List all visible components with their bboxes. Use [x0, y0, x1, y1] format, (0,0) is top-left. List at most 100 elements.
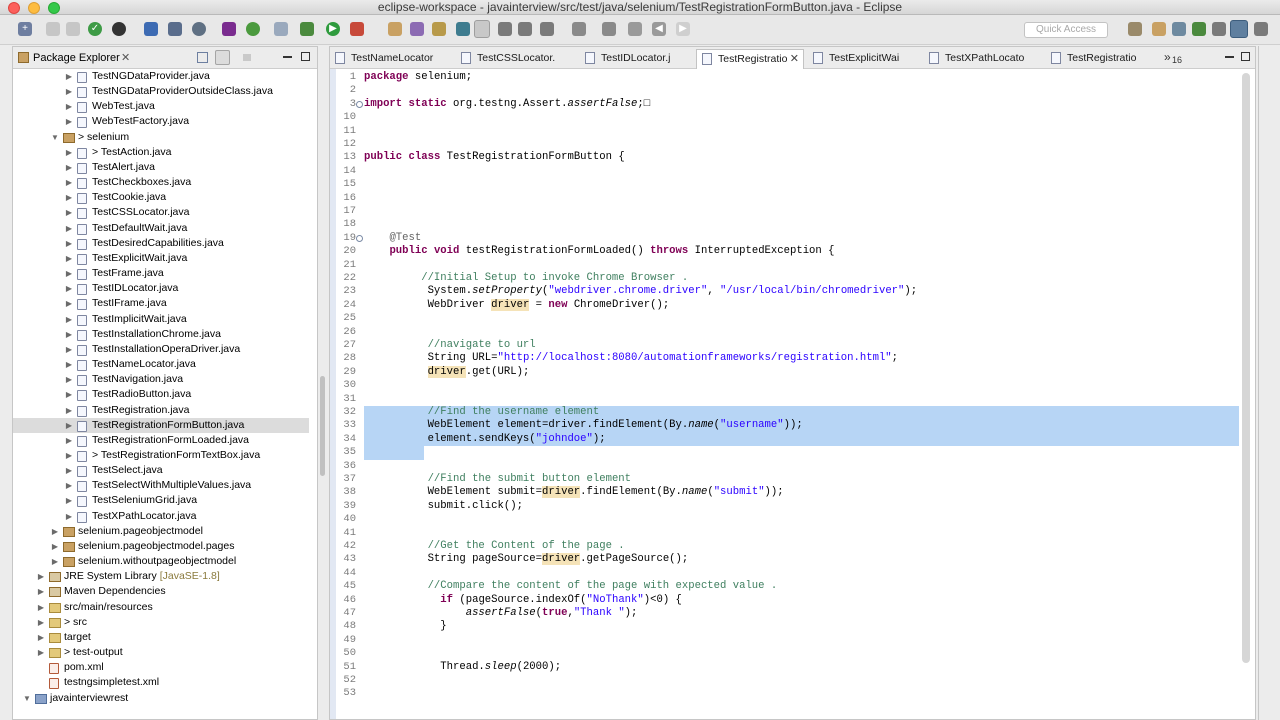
- code-line[interactable]: import static org.testng.Assert.assertFa…: [364, 98, 1244, 111]
- tree-item[interactable]: ▶ > src: [13, 615, 309, 630]
- tree-item[interactable]: ▶ selenium.pageobjectmodel.pages: [13, 539, 309, 554]
- tree-item[interactable]: ▶ TestInstallationOperaDriver.java: [13, 342, 309, 357]
- tree-item[interactable]: ▶ TestRegistration.java: [13, 403, 309, 418]
- expand-arrow-icon[interactable]: ▶: [37, 600, 45, 615]
- code-line[interactable]: //Get the Content of the page .: [364, 540, 1244, 553]
- minimize-editor-icon[interactable]: [1225, 56, 1234, 58]
- code-line[interactable]: //Compare the content of the page with e…: [364, 580, 1244, 593]
- code-line[interactable]: WebDriver driver = new ChromeDriver();: [364, 298, 1244, 312]
- code-line[interactable]: if (pageSource.indexOf("NoThank")<0) {: [364, 594, 1244, 607]
- code-line[interactable]: package selenium;: [364, 71, 1244, 84]
- close-view-icon[interactable]: ✕: [121, 51, 130, 64]
- run-icon[interactable]: ▶: [326, 22, 340, 36]
- expand-arrow-icon[interactable]: ▶: [65, 160, 73, 175]
- expand-arrow-icon[interactable]: ▶: [65, 478, 73, 493]
- tree-item[interactable]: ▶ TestAlert.java: [13, 160, 309, 175]
- skip-breakpoints-icon[interactable]: [168, 22, 182, 36]
- minimize-view-icon[interactable]: [283, 56, 292, 58]
- view-sash[interactable]: [318, 46, 328, 720]
- editor-tab[interactable]: TestCSSLocator.: [456, 49, 576, 69]
- explorer-scrollbar[interactable]: [320, 376, 325, 476]
- tree-item[interactable]: ▶ TestIDLocator.java: [13, 281, 309, 296]
- external-tools-icon[interactable]: [350, 22, 364, 36]
- java-ee-perspective-icon[interactable]: [1152, 22, 1166, 36]
- expand-arrow-icon[interactable]: ▶: [65, 84, 73, 99]
- code-line[interactable]: //navigate to url: [364, 339, 1244, 352]
- tree-item[interactable]: ▶ TestDesiredCapabilities.java: [13, 236, 309, 251]
- expand-arrow-icon[interactable]: ▶: [65, 448, 73, 463]
- terminal-icon[interactable]: [144, 22, 158, 36]
- tree-item[interactable]: ▼ javainterviewrest: [13, 691, 309, 706]
- close-tab-icon[interactable]: ✕: [790, 50, 799, 68]
- code-line[interactable]: public class TestRegistrationFormButton …: [364, 151, 1244, 164]
- collapse-all-icon[interactable]: [197, 52, 208, 63]
- editor-tab[interactable]: TestRegistratio: [1046, 49, 1156, 69]
- show-whitespace-icon[interactable]: [540, 22, 554, 36]
- tree-item[interactable]: pom.xml: [13, 660, 309, 675]
- expand-arrow-icon[interactable]: ▶: [65, 281, 73, 296]
- editor-scrollbar[interactable]: [1242, 73, 1250, 663]
- expand-arrow-icon[interactable]: ▶: [51, 554, 59, 569]
- code-line[interactable]: public void testRegistrationFormLoaded()…: [364, 245, 1244, 258]
- expand-arrow-icon[interactable]: ▶: [37, 615, 45, 630]
- tree-item[interactable]: ▶ target: [13, 630, 309, 645]
- expand-arrow-icon[interactable]: ▶: [37, 645, 45, 660]
- tree-item[interactable]: ▶ TestExplicitWait.java: [13, 251, 309, 266]
- debug-config-icon[interactable]: [112, 22, 126, 36]
- tree-item[interactable]: ▶ > test-output: [13, 645, 309, 660]
- expand-arrow-icon[interactable]: ▶: [65, 327, 73, 342]
- code-line[interactable]: @Test: [364, 232, 1244, 245]
- prev-annotation-icon[interactable]: [602, 22, 616, 36]
- expand-arrow-icon[interactable]: ▶: [65, 296, 73, 311]
- expand-arrow-icon[interactable]: ▶: [65, 403, 73, 418]
- tree-item[interactable]: ▶ WebTestFactory.java: [13, 114, 309, 129]
- tree-item[interactable]: ▶ TestSeleniumGrid.java: [13, 493, 309, 508]
- code-line[interactable]: element.sendKeys("johndoe");: [364, 433, 1244, 446]
- expand-arrow-icon[interactable]: ▶: [65, 236, 73, 251]
- tree-item[interactable]: ▶ TestCookie.java: [13, 190, 309, 205]
- tree-item[interactable]: ▶ TestFrame.java: [13, 266, 309, 281]
- new-java-project-icon[interactable]: [388, 22, 402, 36]
- expand-arrow-icon[interactable]: ▶: [65, 493, 73, 508]
- maximize-editor-icon[interactable]: [1241, 52, 1250, 61]
- code-line[interactable]: assertFalse(true,"Thank ");: [364, 607, 1244, 620]
- expand-arrow-icon[interactable]: ▶: [51, 524, 59, 539]
- tree-item[interactable]: ▶ > TestRegistrationFormTextBox.java: [13, 448, 309, 463]
- fold-toggle-icon[interactable]: [356, 234, 363, 242]
- debug-perspective-icon[interactable]: [1192, 22, 1206, 36]
- quick-access-input[interactable]: Quick Access: [1024, 22, 1108, 38]
- tree-item[interactable]: ▶ > TestAction.java: [13, 145, 309, 160]
- tree-item[interactable]: ▶ TestSelectWithMultipleValues.java: [13, 478, 309, 493]
- tree-item[interactable]: ▶ src/main/resources: [13, 600, 309, 615]
- expand-arrow-icon[interactable]: ▶: [65, 509, 73, 524]
- tree-item[interactable]: ▶ TestNGDataProviderOutsideClass.java: [13, 84, 309, 99]
- tab-overflow-chevron[interactable]: »: [1164, 50, 1171, 64]
- expand-arrow-icon[interactable]: ▶: [65, 175, 73, 190]
- editor-tab[interactable]: TestRegistratio ✕: [696, 49, 804, 69]
- editor-tab[interactable]: TestXPathLocato: [924, 49, 1042, 69]
- tree-item[interactable]: ▶ TestInstallationChrome.java: [13, 327, 309, 342]
- tree-item[interactable]: ▶ TestNameLocator.java: [13, 357, 309, 372]
- refresh-icon[interactable]: [246, 22, 260, 36]
- expand-arrow-icon[interactable]: ▶: [37, 584, 45, 599]
- tree-item[interactable]: ▶ selenium.pageobjectmodel: [13, 524, 309, 539]
- tree-item[interactable]: ▶ WebTest.java: [13, 99, 309, 114]
- git-perspective-icon[interactable]: [1212, 22, 1226, 36]
- code-line[interactable]: String pageSource=driver.getPageSource()…: [364, 553, 1244, 566]
- web-browser-icon[interactable]: [192, 22, 206, 36]
- expand-arrow-icon[interactable]: ▶: [65, 387, 73, 402]
- tree-item[interactable]: ▶ TestIFrame.java: [13, 296, 309, 311]
- link-icon[interactable]: [274, 22, 288, 36]
- open-type-icon[interactable]: [410, 22, 424, 36]
- next-annotation-icon[interactable]: [572, 22, 586, 36]
- expand-arrow-icon[interactable]: ▶: [65, 312, 73, 327]
- fold-toggle-icon[interactable]: [356, 100, 363, 108]
- expand-arrow-icon[interactable]: ▶: [65, 433, 73, 448]
- forward-icon[interactable]: ▶: [676, 22, 690, 36]
- code-line[interactable]: //Find the submit button element: [364, 473, 1244, 486]
- new-icon[interactable]: +: [18, 22, 32, 36]
- expand-arrow-icon[interactable]: ▶: [65, 114, 73, 129]
- tree-item[interactable]: ▼ > selenium: [13, 130, 309, 145]
- code-line[interactable]: submit.click();: [364, 500, 1244, 513]
- tree-item[interactable]: ▶ Maven Dependencies: [13, 584, 309, 599]
